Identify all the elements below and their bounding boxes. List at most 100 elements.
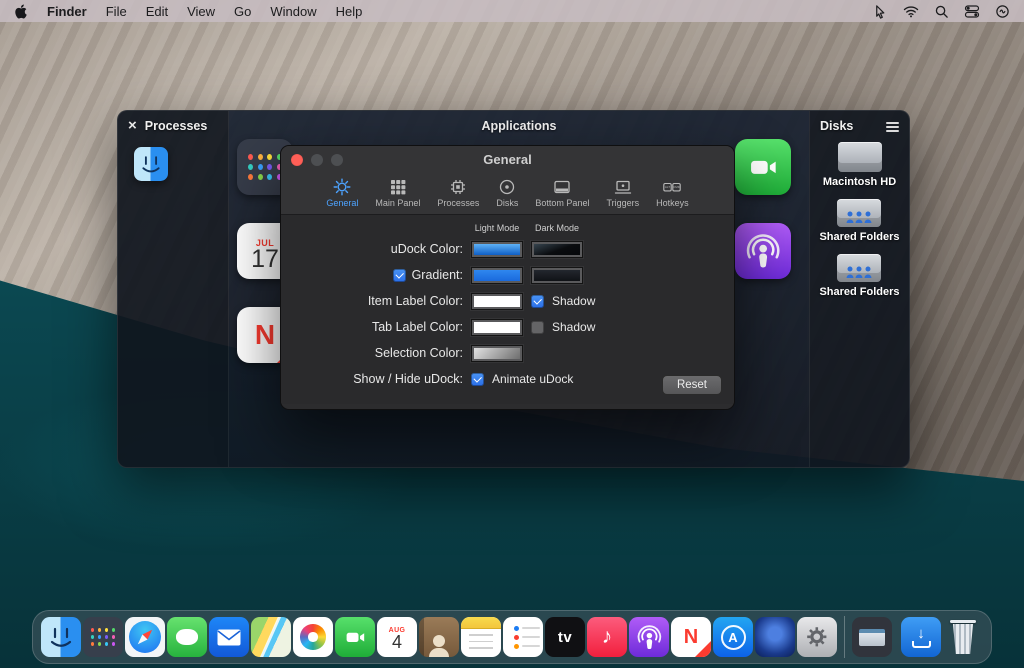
udock-color-dark-well[interactable] <box>531 241 583 258</box>
pointer-icon[interactable] <box>873 4 888 19</box>
dock-icon-maps[interactable] <box>251 617 291 657</box>
tab-label-color-well[interactable] <box>471 319 523 336</box>
disk-label: Macintosh HD <box>823 176 896 188</box>
processes-panel: Processes <box>118 111 229 467</box>
dock-icon-system-preferences[interactable] <box>797 617 837 657</box>
tab-processes[interactable]: Processes <box>434 176 482 209</box>
udock-color-light-well[interactable] <box>471 241 523 258</box>
disk-item-macintosh-hd[interactable]: Macintosh HD <box>823 142 896 188</box>
animate-label: Animate uDock <box>492 372 573 386</box>
menu-finder[interactable]: Finder <box>47 4 87 19</box>
tab-general[interactable]: General <box>323 176 361 209</box>
control-center-icon[interactable] <box>964 4 980 19</box>
close-icon[interactable] <box>128 120 137 132</box>
app-store-letter: A <box>728 630 737 645</box>
zoom-button[interactable] <box>331 154 343 166</box>
dock-icon-app-store[interactable]: A <box>713 617 753 657</box>
app-icon-podcasts[interactable] <box>735 223 791 279</box>
tab-label: Processes <box>437 198 479 208</box>
dock-icon-calendar[interactable]: AUG 4 <box>377 617 417 657</box>
dock-icon-reminders[interactable] <box>503 617 543 657</box>
dock-icon-facetime[interactable] <box>335 617 375 657</box>
shared-drive-icon <box>837 254 881 282</box>
tab-label-color-label: Tab Label Color: <box>281 320 471 334</box>
dock-icon-downloads[interactable] <box>901 617 941 657</box>
selection-color-well[interactable] <box>471 345 523 362</box>
envelope-icon <box>209 617 249 657</box>
tab-label: Disks <box>496 198 518 208</box>
dock-icon-finder[interactable] <box>41 617 81 657</box>
disks-title: Disks <box>820 119 853 133</box>
download-tray-icon <box>912 641 931 648</box>
speech-bubble-icon <box>176 629 198 645</box>
launchpad-grid-icon <box>91 628 116 646</box>
tv-label: tv <box>558 629 572 646</box>
compass-icon <box>129 621 161 653</box>
pinwheel-icon <box>300 624 326 650</box>
dock-icon-messages[interactable] <box>167 617 207 657</box>
tab-bottom-panel[interactable]: Bottom Panel <box>532 176 592 209</box>
siri-icon[interactable] <box>995 4 1010 19</box>
menu-file[interactable]: File <box>106 4 127 19</box>
reset-button[interactable]: Reset <box>662 375 722 395</box>
process-icon-finder[interactable] <box>134 147 168 181</box>
dock-icon-safari[interactable] <box>125 617 165 657</box>
menu-window[interactable]: Window <box>270 4 316 19</box>
app-icon-facetime[interactable] <box>735 139 791 195</box>
gradient-checkbox[interactable] <box>393 269 406 282</box>
minimize-button[interactable] <box>311 154 323 166</box>
settings-window-title: General <box>483 152 531 167</box>
dock-icon-contacts[interactable] <box>419 617 459 657</box>
video-camera-icon <box>746 150 781 185</box>
bottom-panel-icon <box>552 177 572 197</box>
menu-help[interactable]: Help <box>336 4 363 19</box>
internal-drive-icon <box>838 142 882 172</box>
podcasts-icon <box>743 231 783 271</box>
disk-item-shared-folders-2[interactable]: Shared Folders <box>819 254 899 298</box>
close-button[interactable] <box>291 154 303 166</box>
light-mode-header: Light Mode <box>471 223 523 233</box>
item-shadow-checkbox[interactable] <box>531 295 544 308</box>
launchpad-grid-icon <box>248 154 283 180</box>
gradient-dark-well[interactable] <box>531 267 583 284</box>
tab-label: Hotkeys <box>656 198 689 208</box>
dock-icon-blue-app[interactable] <box>755 617 795 657</box>
wifi-icon[interactable] <box>903 5 919 18</box>
trash-basket-icon <box>951 624 975 654</box>
settings-titlebar: General <box>281 146 734 173</box>
tab-disks[interactable]: Disks <box>493 176 521 209</box>
menu-go[interactable]: Go <box>234 4 251 19</box>
calendar-day-label: 17 <box>251 248 279 272</box>
settings-window: General General Main Panel Processes Dis… <box>280 145 735 410</box>
dock-icon-tv[interactable]: tv <box>545 617 585 657</box>
dock-icon-trash[interactable] <box>943 617 983 657</box>
animate-checkbox[interactable] <box>471 373 484 386</box>
dock-icon-mail[interactable] <box>209 617 249 657</box>
dock-icon-photos[interactable] <box>293 617 333 657</box>
menu-icon[interactable] <box>886 120 899 132</box>
shared-drive-icon <box>837 199 881 227</box>
tab-triggers[interactable]: Triggers <box>603 176 642 209</box>
tab-shadow-checkbox[interactable] <box>531 321 544 334</box>
menu-edit[interactable]: Edit <box>146 4 168 19</box>
menu-view[interactable]: View <box>187 4 215 19</box>
disk-item-shared-folders-1[interactable]: Shared Folders <box>819 199 899 243</box>
udock-color-label: uDock Color: <box>281 242 471 256</box>
disk-label: Shared Folders <box>819 286 899 298</box>
dock-icon-music[interactable] <box>587 617 627 657</box>
dock-icon-launchpad[interactable] <box>83 617 123 657</box>
dock-icon-news[interactable]: N <box>671 617 711 657</box>
search-icon[interactable] <box>934 4 949 19</box>
tab-label: Main Panel <box>375 198 420 208</box>
tab-label-color-row: Tab Label Color: Shadow <box>281 314 734 340</box>
dock-separator <box>844 616 845 658</box>
dock-icon-notes[interactable] <box>461 617 501 657</box>
tab-hotkeys[interactable]: ALTCMD Hotkeys <box>653 176 692 209</box>
dock-icon-podcasts[interactable] <box>629 617 669 657</box>
item-label-color-well[interactable] <box>471 293 523 310</box>
window-thumbnail-icon <box>859 629 885 646</box>
tab-main-panel[interactable]: Main Panel <box>372 176 423 209</box>
apple-menu-icon[interactable] <box>14 4 28 19</box>
dock-icon-minimized-window[interactable] <box>852 617 892 657</box>
gradient-light-well[interactable] <box>471 267 523 284</box>
